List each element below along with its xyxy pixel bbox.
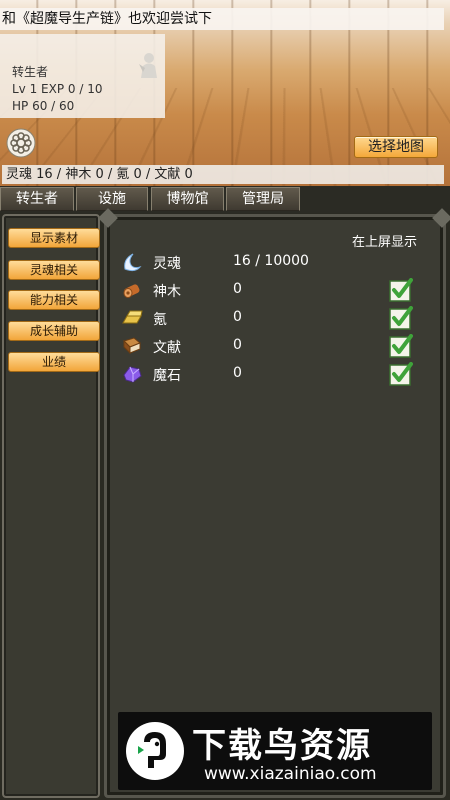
display-checkbox[interactable] xyxy=(389,306,413,330)
resource-value: 0 xyxy=(233,309,242,325)
display-checkbox[interactable] xyxy=(389,278,413,302)
book-icon xyxy=(123,337,141,355)
resource-row: 文献 0 xyxy=(121,334,421,358)
watermark-url: www.xiazainiao.com xyxy=(204,764,377,784)
resource-value: 0 xyxy=(233,281,242,297)
side-menu-panel: 显示素材 灵魂相关 能力相关 成长辅助 业绩 xyxy=(2,214,100,798)
soul-icon xyxy=(124,253,142,272)
side-button-ability[interactable]: 能力相关 xyxy=(8,290,100,310)
watermark-title: 下载鸟资源 xyxy=(192,726,372,766)
wood-log-icon xyxy=(123,284,140,298)
resource-name: 氪 xyxy=(153,312,167,328)
resource-name: 神木 xyxy=(153,284,181,300)
gold-bar-icon xyxy=(122,310,143,324)
crystal-icon xyxy=(123,366,142,383)
resource-value: 16 / 10000 xyxy=(233,253,309,269)
display-on-top-header: 在上屏显示 xyxy=(351,235,417,250)
player-status-card: 转生者 Lv 1 EXP 0 / 10 HP 60 / 60 xyxy=(0,34,165,118)
resource-summary-bar: 灵魂 16 / 神木 0 / 氪 0 / 文献 0 xyxy=(2,165,444,184)
side-button-growth[interactable]: 成长辅助 xyxy=(8,321,100,341)
announcement-banner: 和《超魔导生产链》也欢迎尝试下 xyxy=(0,8,444,30)
resource-row: 灵魂 16 / 10000 xyxy=(121,251,421,273)
resource-row: 氪 0 xyxy=(121,306,421,330)
select-map-button[interactable]: 选择地图 xyxy=(354,136,438,158)
resource-name: 魔石 xyxy=(153,368,181,384)
resource-row: 神木 0 xyxy=(121,278,421,302)
display-checkbox[interactable] xyxy=(389,362,413,386)
side-button-achievements[interactable]: 业绩 xyxy=(8,352,100,372)
display-checkbox[interactable] xyxy=(389,334,413,358)
watermark-banner: 下载鸟资源 www.xiazainiao.com xyxy=(118,712,432,790)
hero-silhouette-icon xyxy=(139,53,157,78)
resource-name: 文献 xyxy=(153,340,181,356)
player-title: 转生者 xyxy=(12,65,49,79)
tab-reincarnator[interactable]: 转生者 xyxy=(0,187,74,211)
resource-value: 0 xyxy=(233,365,242,381)
side-button-soul[interactable]: 灵魂相关 xyxy=(8,260,100,280)
tab-facilities[interactable]: 设施 xyxy=(76,187,148,211)
resource-value: 0 xyxy=(233,337,242,353)
player-hp: HP 60 / 60 xyxy=(12,99,75,113)
bird-logo-icon xyxy=(126,722,184,780)
player-level: Lv 1 EXP 0 / 10 xyxy=(12,82,103,96)
main-tab-bar: 转生者 设施 博物馆 管理局 xyxy=(0,186,450,213)
tab-museum[interactable]: 博物馆 xyxy=(151,187,224,211)
resource-row: 魔石 0 xyxy=(121,362,421,386)
resource-name: 灵魂 xyxy=(153,256,181,272)
side-button-show-materials[interactable]: 显示素材 xyxy=(8,228,100,248)
gear-icon[interactable] xyxy=(6,128,36,158)
materials-panel: 在上屏显示 灵魂 16 / 10000 神木 0 氪 0 文献 0 魔石 0 xyxy=(104,214,446,798)
tab-bureau[interactable]: 管理局 xyxy=(226,187,300,211)
